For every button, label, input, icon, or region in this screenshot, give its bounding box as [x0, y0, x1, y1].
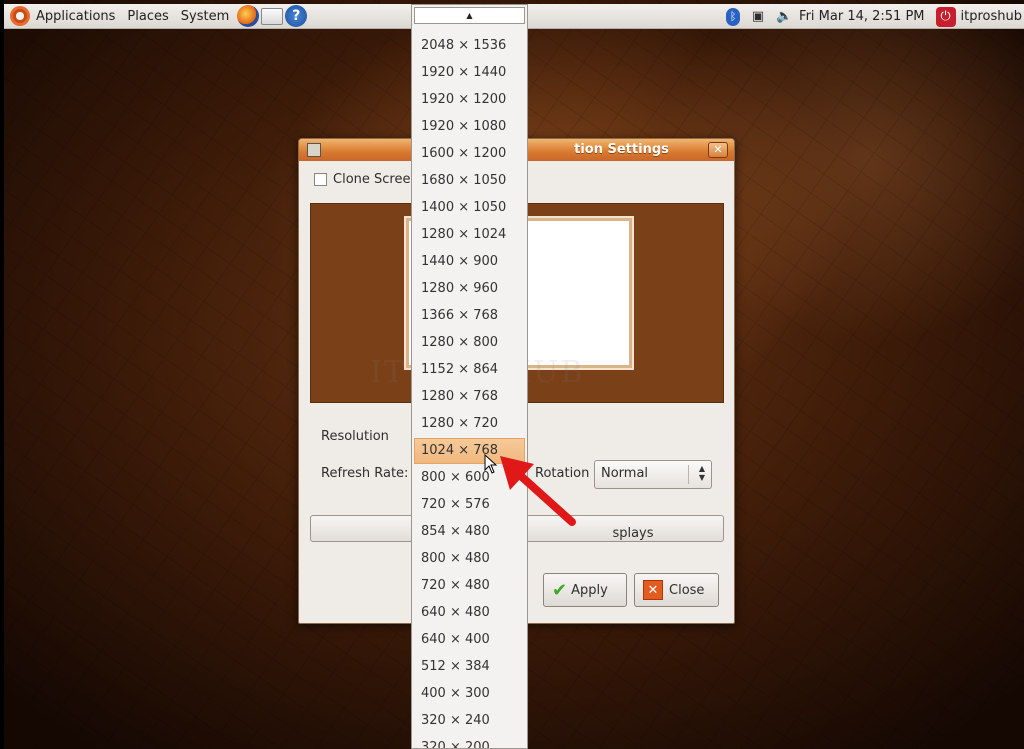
resolution-option[interactable]: 1280 × 720 — [414, 411, 525, 437]
resolution-option[interactable]: 1280 × 960 — [414, 276, 525, 302]
scroll-up-arrow-icon[interactable]: ▲ — [414, 7, 525, 24]
resolution-label: Resolution — [321, 429, 389, 444]
mail-launcher[interactable] — [261, 5, 284, 27]
resolution-option[interactable]: 320 × 200 — [414, 735, 525, 748]
clock[interactable]: Fri Mar 14, 2:51 PM — [797, 9, 930, 24]
close-button[interactable]: ✕ Close — [634, 573, 719, 607]
applications-menu[interactable]: Applications — [4, 4, 121, 29]
firefox-icon[interactable] — [237, 5, 260, 27]
mouse-pointer-icon — [484, 454, 498, 474]
resolution-option[interactable]: 320 × 240 — [414, 708, 525, 734]
apply-label: Apply — [571, 582, 608, 598]
clone-screen-label: Clone Screen — [333, 172, 419, 187]
resolution-option[interactable]: 1280 × 1024 — [414, 222, 525, 248]
resolution-option[interactable]: 1400 × 1050 — [414, 195, 525, 221]
places-menu[interactable]: Places — [121, 4, 174, 29]
close-icon[interactable]: ✕ — [708, 142, 728, 158]
resolution-option[interactable]: 1152 × 864 — [414, 357, 525, 383]
help-icon[interactable]: ? — [285, 5, 308, 27]
bluetooth-icon[interactable]: ᛒ — [726, 7, 741, 26]
network-icon[interactable]: ▣ — [750, 8, 766, 26]
resolution-option[interactable]: 1920 × 1080 — [414, 114, 525, 140]
resolution-option[interactable]: 1440 × 900 — [414, 249, 525, 275]
resolution-option[interactable]: 1680 × 1050 — [414, 168, 525, 194]
screen-border-left — [0, 0, 4, 749]
resolution-option[interactable]: 1600 × 1200 — [414, 141, 525, 167]
ubuntu-logo-icon — [10, 6, 30, 26]
resolution-option[interactable]: 1920 × 1440 — [414, 60, 525, 86]
rotation-value: Normal — [601, 466, 649, 481]
apply-button[interactable]: ✔ Apply — [543, 573, 627, 607]
system-menu[interactable]: System — [175, 4, 235, 29]
user-menu[interactable]: itproshub — [961, 9, 1024, 24]
close-box-icon: ✕ — [643, 580, 663, 600]
mail-icon — [261, 7, 284, 25]
rotation-select[interactable]: Normal ▲ ▼ — [594, 460, 712, 489]
close-label: Close — [669, 582, 705, 598]
resolution-option[interactable]: 1920 × 1200 — [414, 87, 525, 113]
clone-screen-option[interactable]: Clone Screen — [314, 172, 419, 187]
resolution-option[interactable]: 640 × 480 — [414, 600, 525, 626]
resolution-option[interactable]: 512 × 384 — [414, 654, 525, 680]
power-icon[interactable]: ⏻ — [935, 6, 956, 27]
resolution-option[interactable]: 1280 × 800 — [414, 330, 525, 356]
volume-icon[interactable]: 🔈 — [776, 8, 792, 26]
resolution-dropdown-list[interactable]: ▲ 2048 × 1536 1920 × 1440 1920 × 1200 1920 … — [411, 4, 528, 749]
red-arrow-annotation — [500, 456, 576, 526]
checkmark-icon: ✔ — [552, 579, 568, 601]
select-separator — [688, 465, 689, 484]
resolution-option[interactable]: 720 × 480 — [414, 573, 525, 599]
resolution-option[interactable]: 640 × 400 — [414, 627, 525, 653]
refresh-rate-label: Refresh Rate: — [321, 466, 409, 481]
resolution-option[interactable]: 1366 × 768 — [414, 303, 525, 329]
clone-screen-checkbox[interactable] — [314, 173, 327, 186]
resolution-option[interactable]: 400 × 300 — [414, 681, 525, 707]
updown-arrows-icon: ▲ ▼ — [698, 464, 705, 482]
applications-menu-label: Applications — [36, 8, 116, 24]
resolution-option[interactable]: 1280 × 768 — [414, 384, 525, 410]
resolution-option[interactable]: 800 × 480 — [414, 546, 525, 572]
resolution-option[interactable]: 2048 × 1536 — [414, 33, 525, 59]
